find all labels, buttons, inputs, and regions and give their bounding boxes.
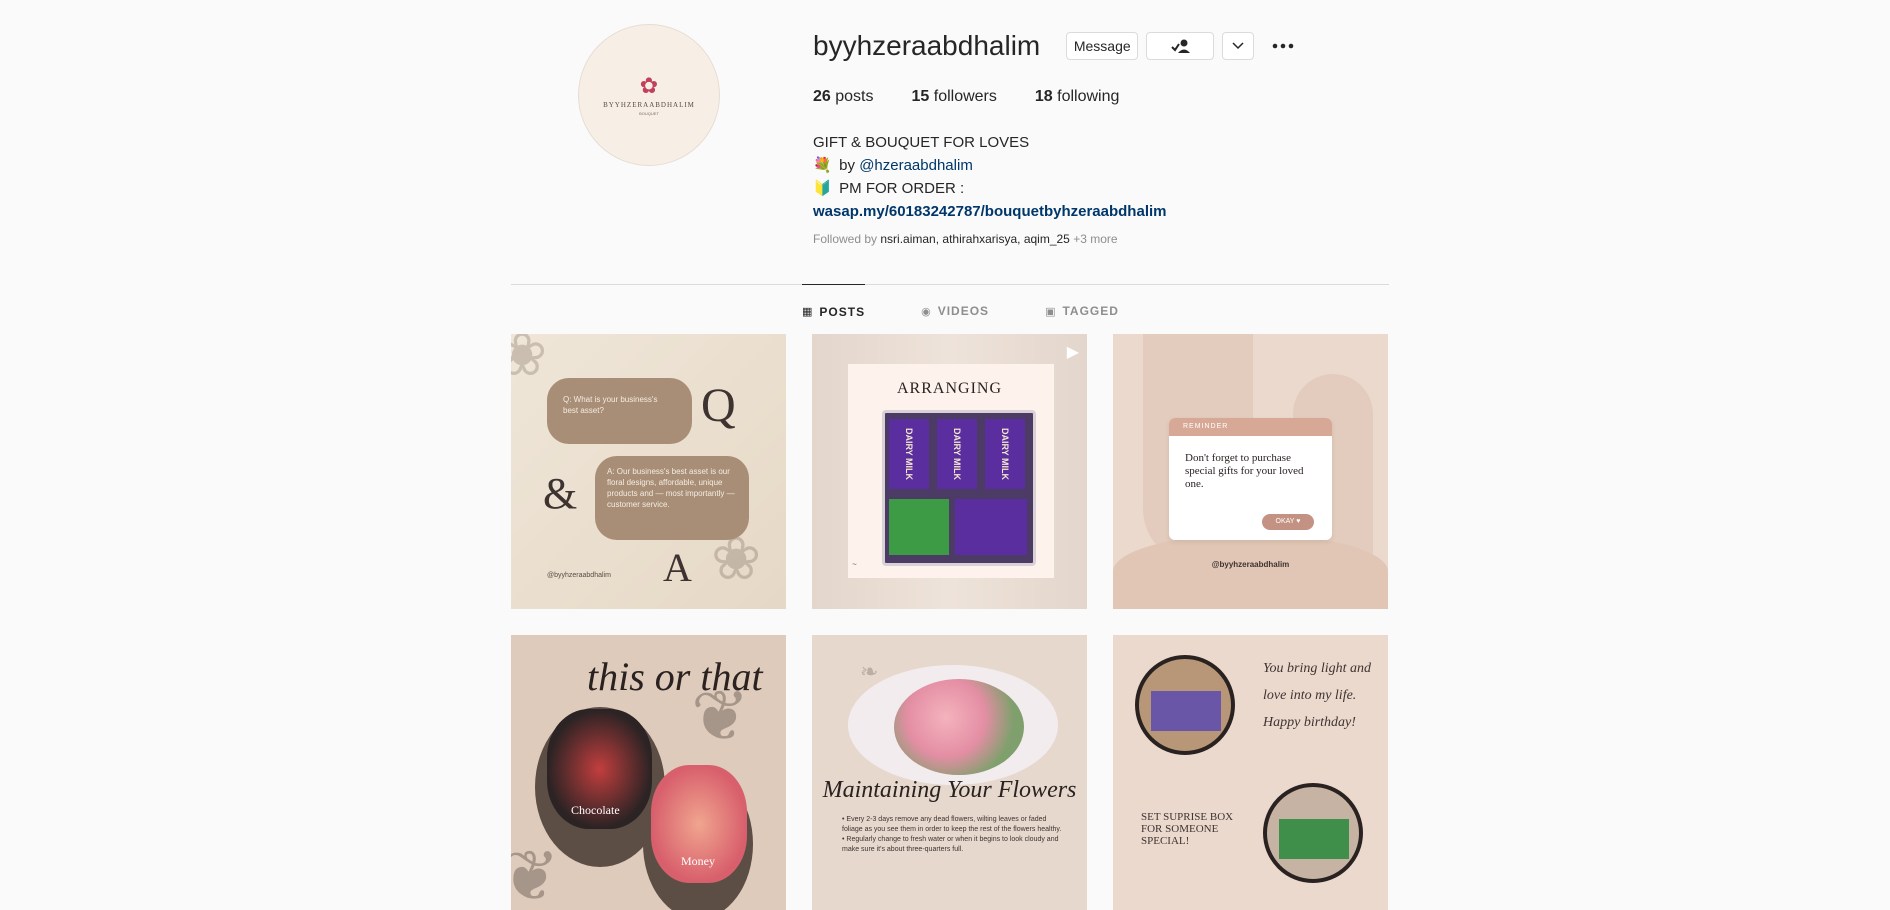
tab-videos[interactable]: ◉ VIDEOS <box>921 284 989 336</box>
followed-by-more[interactable]: +3 more <box>1073 232 1117 246</box>
post-tile[interactable]: ❀ ❀ Q: What is your business's best asse… <box>511 334 786 609</box>
post-title: ARRANGING <box>897 380 1002 397</box>
bouquet-logo-icon: ✿ <box>639 72 659 98</box>
bio-line-order: 🔰 PM FOR ORDER : <box>813 177 1167 200</box>
heart-icon: ♥ <box>1296 518 1301 525</box>
bio-mention-link[interactable]: @hzeraabdhalim <box>859 157 973 174</box>
flower-decoration-icon: ❀ <box>511 334 548 388</box>
posts-stat: 26 posts <box>813 88 874 105</box>
chocolate-box-image: DAIRY MILK DAIRY MILK DAIRY MILK <box>882 410 1036 566</box>
post-title: Maintaining Your Flowers <box>822 777 1077 803</box>
option-label: Money <box>681 854 715 868</box>
avatar-brand-sub: BOUQUET <box>639 110 659 116</box>
profile-avatar[interactable]: ✿ BYYHZERAABDHALIM BOUQUET <box>578 24 720 166</box>
flower-bouquet-image <box>894 679 1024 775</box>
post-tile[interactable]: ❧ Maintaining Your Flowers • Every 2-3 d… <box>812 635 1087 910</box>
question-text: Q: What is your business's best asset? <box>563 395 658 415</box>
chevron-down-icon <box>1232 42 1244 50</box>
beginner-emoji-icon: 🔰 <box>813 180 832 197</box>
suggestions-dropdown-button[interactable] <box>1222 32 1255 60</box>
user-check-icon <box>1171 39 1191 53</box>
a-letter: A <box>663 545 692 590</box>
reel-play-icon: ▶ <box>1066 344 1079 361</box>
q-letter: Q <box>701 379 736 432</box>
birthday-quote: You bring light and love into my life. H… <box>1263 661 1372 730</box>
butterfly-icon: ❧ <box>860 659 879 684</box>
following-button[interactable] <box>1146 32 1215 60</box>
bio-website-link[interactable]: wasap.my/60183242787/bouquetbyhzeraabdha… <box>813 200 1167 223</box>
gift-box-photo <box>1135 655 1235 755</box>
follower-name[interactable]: athirahxarisya <box>942 232 1017 246</box>
post-tile[interactable]: REMINDER Don't forget to purchase specia… <box>1113 334 1388 609</box>
grid-icon: ▦ <box>802 306 814 318</box>
tab-tagged[interactable]: ▣ TAGGED <box>1045 284 1119 336</box>
bio-title: GIFT & BOUQUET FOR LOVES <box>813 134 1030 151</box>
post-tile[interactable]: ARRANGING DAIRY MILK DAIRY MILK DAIRY MI… <box>812 334 1087 609</box>
follower-name[interactable]: aqim_25 <box>1024 232 1070 246</box>
post-handle: @byyhzeraabdhalim <box>547 572 611 579</box>
post-tile[interactable]: You bring light and love into my life. H… <box>1113 635 1388 910</box>
following-stat[interactable]: 18 following <box>1035 88 1120 106</box>
profile-username: byyhzeraabdhalim <box>813 30 1041 61</box>
post-tile[interactable]: ❦ ❦ this or that Chocolate Money <box>511 635 786 910</box>
bouquet-emoji-icon: 💐 <box>813 157 832 174</box>
ampersand: & <box>543 469 578 518</box>
post-handle: @byyhzeraabdhalim <box>1211 560 1290 569</box>
message-button[interactable]: Message <box>1066 32 1139 60</box>
leaf-decoration-icon: ❦ <box>511 837 560 910</box>
bio-line-by: 💐 by @hzeraabdhalim <box>813 154 1167 177</box>
okay-badge: OKAY ♥ <box>1262 514 1314 530</box>
signature-mark: ~ <box>852 560 857 569</box>
reminder-header: REMINDER <box>1169 418 1332 436</box>
reminder-text: Don't forget to purchase special gifts f… <box>1185 452 1304 490</box>
more-options-icon[interactable] <box>1268 32 1298 60</box>
follower-name[interactable]: nsri.aiman <box>880 232 935 246</box>
play-circle-icon: ◉ <box>921 305 932 318</box>
tag-icon: ▣ <box>1045 305 1057 318</box>
reminder-card: REMINDER Don't forget to purchase specia… <box>1169 418 1332 540</box>
profile-bio: GIFT & BOUQUET FOR LOVES 💐 by @hzeraabdh… <box>813 131 1167 223</box>
gift-box-photo <box>1263 783 1363 883</box>
profile-tabs: ▦ POSTS ◉ VIDEOS ▣ TAGGED <box>802 284 1175 336</box>
profile-header: byyhzeraabdhalim Message <box>813 30 1298 62</box>
care-tips-list: • Every 2-3 days remove any dead flowers… <box>842 816 1062 853</box>
followed-by[interactable]: Followed by nsri.aiman, athirahxarisya, … <box>813 232 1118 246</box>
answer-text: A: Our business's best asset is our flor… <box>607 467 735 509</box>
option-label: Chocolate <box>571 803 620 817</box>
avatar-brand-name: BYYHZERAABDHALIM <box>603 100 695 109</box>
posts-grid: ❀ ❀ Q: What is your business's best asse… <box>511 334 1388 910</box>
tab-posts[interactable]: ▦ POSTS <box>802 284 866 336</box>
followers-stat[interactable]: 15 followers <box>912 88 997 106</box>
profile-stats: 26 posts 15 followers 18 following <box>813 88 1157 106</box>
promo-text: SET SUPRISE BOX FOR SOMEONE SPECIAL! <box>1141 811 1234 847</box>
post-title: this or that <box>587 654 763 699</box>
